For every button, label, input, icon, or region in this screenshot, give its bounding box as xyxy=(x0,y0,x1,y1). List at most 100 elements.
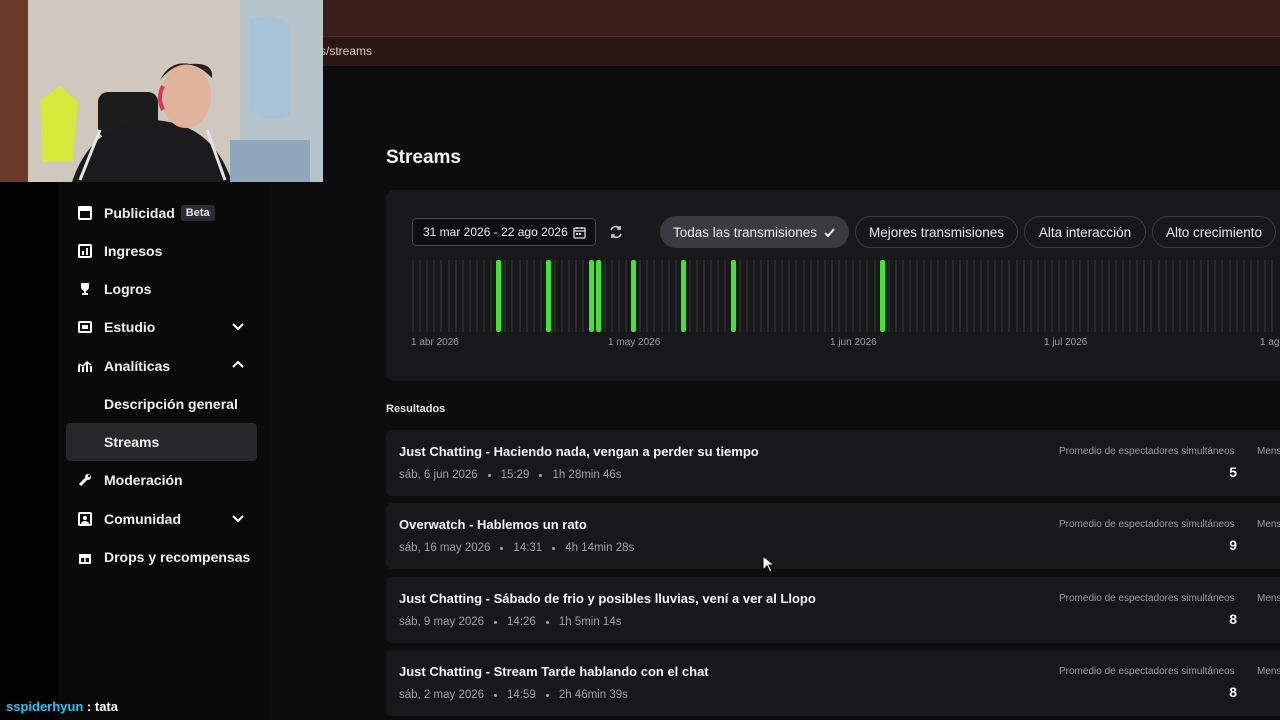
stream-duration: 1h 28min 46s xyxy=(552,469,622,481)
day-bar xyxy=(1256,260,1259,332)
chevron-down-icon[interactable] xyxy=(231,319,245,333)
day-bar xyxy=(951,260,954,332)
stat-label: Promedio de espectadores simultáneos xyxy=(1059,446,1235,457)
chat-text: tata xyxy=(94,699,118,714)
day-bar xyxy=(625,260,627,332)
day-bar xyxy=(1235,260,1238,332)
stream-day-bar[interactable] xyxy=(879,260,885,332)
stream-day-bar[interactable] xyxy=(496,260,502,332)
day-bar xyxy=(660,260,663,332)
stream-time: 14:59 xyxy=(507,689,536,701)
stat2-label: Mens xyxy=(1257,666,1280,677)
sidebar-item-label: Moderación xyxy=(104,472,183,488)
calendar-icon xyxy=(573,227,586,239)
date-range-picker[interactable]: 31 mar 2026 - 22 ago 2026 xyxy=(412,218,596,246)
day-bar xyxy=(703,260,706,332)
separator-dot xyxy=(545,620,549,624)
stream-duration: 1h 5min 14s xyxy=(558,616,622,628)
day-bar xyxy=(653,260,656,332)
stream-duration: 4h 14min 28s xyxy=(565,542,635,554)
day-bar xyxy=(1249,260,1252,332)
day-bar xyxy=(1008,260,1011,332)
day-bar xyxy=(568,260,571,332)
day-bar xyxy=(433,260,436,332)
wrench-icon xyxy=(78,473,92,487)
day-bar xyxy=(561,260,564,332)
day-bar xyxy=(1214,260,1217,332)
result-row[interactable]: Just Chatting - Haciendo nada, vengan a … xyxy=(386,430,1280,496)
stat2-label: Mens xyxy=(1257,446,1280,457)
day-bar xyxy=(1171,260,1174,332)
sidebar-item-logros[interactable]: Logros xyxy=(66,270,257,308)
stream-day-bar[interactable] xyxy=(545,260,551,332)
stream-day-bar[interactable] xyxy=(588,260,594,332)
filter-alta-interaccion[interactable]: Alta interacción xyxy=(1024,216,1146,248)
sidebar-item-streams[interactable]: Streams xyxy=(66,423,257,461)
day-bar xyxy=(752,260,755,332)
day-bar xyxy=(830,260,833,332)
stream-day-bar[interactable] xyxy=(595,260,601,332)
separator-dot xyxy=(552,546,556,550)
sidebar-item-label: Drops y recompensas xyxy=(104,549,251,565)
day-bar xyxy=(518,260,521,332)
day-bar xyxy=(696,260,698,332)
sidebar-item-publicidad[interactable]: Publicidad Beta xyxy=(66,194,257,232)
sidebar-item-analiticas[interactable]: Analíticas xyxy=(66,347,257,385)
sidebar-item-estudio[interactable]: Estudio xyxy=(66,308,257,346)
day-bar xyxy=(1228,260,1231,332)
day-bar xyxy=(738,260,741,332)
day-bar xyxy=(1178,260,1181,332)
sidebar-item-label: Ingresos xyxy=(104,243,163,259)
day-bar xyxy=(1072,260,1075,332)
page-title: Streams xyxy=(386,147,461,168)
day-bar xyxy=(1207,260,1210,332)
sidebar-item-moderacion[interactable]: Moderación xyxy=(66,461,257,499)
day-bar xyxy=(1036,260,1039,332)
stream-title: Just Chatting - Haciendo nada, vengan a … xyxy=(399,444,759,459)
day-bar xyxy=(859,260,862,332)
mouse-cursor-icon xyxy=(762,555,774,573)
sidebar-item-label: Logros xyxy=(104,281,152,297)
day-bar xyxy=(745,260,748,332)
day-bar xyxy=(639,260,642,332)
separator-dot xyxy=(545,693,549,697)
filter-todas[interactable]: Todas las transmisiones xyxy=(660,216,849,248)
day-bar xyxy=(937,260,940,332)
result-row[interactable]: Just Chatting - Stream Tarde hablando co… xyxy=(386,650,1280,716)
day-bar xyxy=(582,260,585,332)
day-bar xyxy=(475,260,478,332)
day-bar xyxy=(1058,260,1061,332)
chevron-down-icon[interactable] xyxy=(231,511,245,525)
sidebar-item-descripcion-general[interactable]: Descripción general xyxy=(66,385,257,423)
sidebar-item-ingresos[interactable]: Ingresos xyxy=(66,232,257,270)
day-bar xyxy=(1001,260,1004,332)
filter-mejores[interactable]: Mejores transmisiones xyxy=(855,216,1018,248)
refresh-icon[interactable] xyxy=(607,223,625,241)
day-bar xyxy=(1264,260,1266,332)
day-bar xyxy=(426,260,429,332)
day-bar xyxy=(894,260,897,332)
day-bar xyxy=(1185,260,1188,332)
day-bar xyxy=(916,260,919,332)
day-bar xyxy=(412,260,414,332)
day-bar xyxy=(759,260,762,332)
day-bar xyxy=(994,260,997,332)
sidebar-item-comunidad[interactable]: Comunidad xyxy=(66,500,257,538)
stream-date: sáb, 6 jun 2026 xyxy=(399,469,478,481)
stream-day-bar[interactable] xyxy=(680,260,686,332)
stream-meta: sáb, 9 may 2026 14:26 1h 5min 14s xyxy=(399,616,621,628)
stat2-label: Mens xyxy=(1257,519,1280,530)
axis-label: 1 may 2026 xyxy=(608,337,661,348)
chevron-up-icon[interactable] xyxy=(231,358,245,372)
sidebar-item-drops[interactable]: Drops y recompensas xyxy=(66,538,257,576)
result-row[interactable]: Overwatch - Hablemos un rato sáb, 16 may… xyxy=(386,503,1280,569)
chat-message: sspiderhyun : tata xyxy=(6,699,118,714)
result-row[interactable]: Just Chatting - Sábado de frio y posible… xyxy=(386,577,1280,643)
stream-day-bar[interactable] xyxy=(631,260,637,332)
filter-alto-crecimiento[interactable]: Alto crecimiento xyxy=(1152,216,1276,248)
stream-day-bar[interactable] xyxy=(730,260,736,332)
day-bar xyxy=(1022,260,1025,332)
day-bar xyxy=(504,260,507,332)
url-text[interactable]: s/streams xyxy=(320,44,372,58)
gift-icon xyxy=(78,550,92,564)
